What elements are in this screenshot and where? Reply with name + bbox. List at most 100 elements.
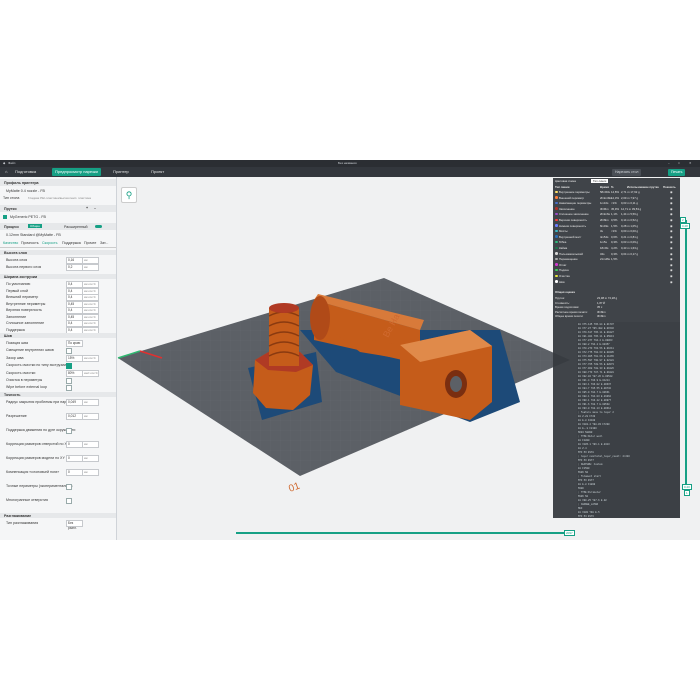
printer-name[interactable]: MyMatte 0.4 nozzle - FB (6, 189, 45, 193)
gcode-line: G1 X80.773 Y87.71 E.01081 (578, 371, 614, 374)
legend-row[interactable]: Нависающие периметры 1m10s <1% 0,03 m 0,11 … (555, 201, 679, 205)
remove-filament-icon[interactable]: – (94, 206, 96, 210)
process-tab-strength[interactable]: Прочность (21, 241, 39, 245)
legend-row[interactable]: Мосты 3s <1% 0,00 m 0,00 g ◉ (555, 229, 679, 233)
legend-time: 2h39m (600, 218, 609, 222)
legend-row[interactable]: Внутренний мост 4m54s 0,6% 0,21 m 0,81 g ◉ (555, 235, 679, 239)
process-tab-speed[interactable]: Скорость (42, 241, 58, 245)
ironing-value[interactable]: Без разгл. (66, 520, 83, 530)
precision-value[interactable]: 0 (66, 441, 83, 448)
visibility-eye-icon[interactable]: ◉ (670, 274, 672, 278)
visibility-eye-icon[interactable]: ◉ (670, 218, 672, 222)
move-slider-handle[interactable]: 2097 (564, 530, 575, 536)
legend-row[interactable]: Юбка 1m5s 0,3% 0,03 m 0,09 g ◉ (555, 240, 679, 244)
color-scheme-select[interactable]: Тип линии (591, 178, 609, 183)
slice-button[interactable]: Нарезать стол (612, 168, 642, 176)
layer-value[interactable]: 0,16 (66, 257, 83, 264)
legend-name: Нижняя поверхность (559, 223, 587, 228)
precision-checkbox[interactable] (66, 427, 72, 434)
legend-time: 8m49s (600, 223, 609, 228)
legend-row[interactable]: Очистка ◉ (555, 274, 679, 278)
tab-preview[interactable]: Предпросмотр нарезки (52, 168, 101, 176)
visibility-eye-icon[interactable]: ◉ (670, 212, 672, 216)
tab-prepare[interactable]: Подготовка (12, 168, 39, 176)
layer-slider[interactable] (685, 220, 687, 495)
seam-checkbox[interactable] (66, 362, 72, 369)
precision-checkbox[interactable] (66, 497, 72, 504)
legend-row[interactable]: Шов ◉ (555, 280, 679, 284)
visibility-eye-icon[interactable]: ◉ (670, 240, 672, 244)
process-tab-support[interactable]: Поддержка (62, 241, 81, 245)
legend-row[interactable]: Верхняя поверхность 2h39m 0,5% 0,14 m 0,52 … (555, 218, 679, 222)
layer-slider-bottom-handle[interactable]: 1 (684, 490, 690, 496)
process-mode-toggle[interactable]: Общие (28, 224, 42, 228)
minimize-icon[interactable]: – (668, 161, 670, 165)
printer-select[interactable]: MyMatte 0.4 nozzle - FB (0, 188, 116, 194)
visibility-eye-icon[interactable]: ◉ (670, 196, 672, 200)
move-slider[interactable] (236, 532, 566, 534)
visibility-eye-icon[interactable]: ◉ (670, 246, 672, 250)
process-tab-more[interactable]: Зат... (100, 241, 108, 245)
legend-row[interactable]: Сплошное заполнение 2h4m6s 1,1% 1,44 m 5,56… (555, 212, 679, 216)
home-icon[interactable]: ⌂ (2, 168, 10, 176)
add-filament-icon[interactable]: + (86, 206, 88, 210)
bed-type-select[interactable]: Гладкая PEI-пластина/высокотемп. пластин… (28, 196, 91, 200)
gcode-line: ; layer num/total_layer_count: 2/220 (578, 455, 630, 458)
bed-type-label: Тип стола (3, 196, 20, 200)
visibility-eye-icon[interactable]: ◉ (670, 235, 672, 239)
precision-value[interactable]: 0,049 (66, 399, 83, 406)
legend-color-swatch (555, 229, 558, 233)
precision-value[interactable]: 0 (66, 469, 83, 476)
filament-color-swatch[interactable] (3, 214, 7, 219)
legend-row[interactable]: Пользовательский 34s 0,3% 0,04 m 0,17 g ◉ (555, 252, 679, 256)
visibility-eye-icon[interactable]: ◉ (670, 229, 672, 233)
legend-row[interactable]: Подача ◉ (555, 268, 679, 272)
tab-project[interactable]: Проект (148, 168, 167, 176)
legend-row[interactable]: Кайма 18m5s 4,2% 0,43 m 1,63 g ◉ (555, 246, 679, 250)
layer-value[interactable]: 0,2 (66, 264, 83, 271)
visibility-eye-icon[interactable]: ◉ (670, 207, 672, 211)
process-preset-name[interactable]: 0.12mm Standard @MyMatte - FB (6, 233, 61, 237)
legend-row[interactable]: Откат ◉ (555, 263, 679, 267)
gcode-line: G1 X84.7 Y85.55 E.00732 (578, 387, 611, 390)
visibility-eye-icon[interactable]: ◉ (670, 252, 672, 256)
seam-value[interactable]: 80% (66, 369, 83, 377)
legend-row[interactable]: Перемещение 21m46s 1,5% ◉ (555, 257, 679, 261)
tab-printer[interactable]: Принтер (110, 168, 132, 176)
menu-file[interactable]: Файл (8, 161, 15, 165)
summary-label: Стоимость: (555, 300, 570, 305)
filament-row[interactable]: MyGeneric PETG - FB (0, 214, 116, 220)
process-tab-other[interactable]: Прочее (84, 241, 96, 245)
precision-value[interactable]: 0 (66, 455, 83, 462)
close-icon[interactable]: ✕ (689, 161, 692, 165)
gcode-line: G1 X80.2 Y94.2 E.00457 (578, 343, 610, 346)
maximize-icon[interactable]: □ (678, 161, 680, 165)
visibility-eye-icon[interactable]: ◉ (670, 257, 672, 261)
seam-checkbox[interactable] (66, 347, 72, 354)
seam-checkbox[interactable] (66, 377, 72, 384)
process-preset-row[interactable]: 0.12mm Standard @MyMatte - FB (0, 232, 116, 238)
process-tab-quality[interactable]: Качество (3, 241, 18, 245)
visibility-eye-icon[interactable]: ◉ (670, 224, 672, 228)
precision-value[interactable]: 0,012 (66, 413, 83, 420)
precision-checkbox[interactable] (66, 483, 72, 490)
visibility-eye-icon[interactable]: ◉ (670, 190, 672, 194)
visibility-eye-icon[interactable]: ◉ (670, 201, 672, 205)
legend-row[interactable]: Внешний периметр 2h4m49s 12,3% 2,09 m 7,97 … (555, 196, 679, 200)
seam-label: Зазор шва (6, 355, 24, 360)
visibility-eye-icon[interactable]: ◉ (670, 280, 672, 284)
legend-row[interactable]: Нижняя поверхность 8m49s 1,5% 0,28 m 1,05 g… (555, 224, 679, 228)
visibility-eye-icon[interactable]: ◉ (670, 263, 672, 267)
seam-value[interactable]: 15% (66, 354, 83, 362)
gcode-viewer[interactable]: G1 X75.145 Y95.84 E.01737 G1 X77.87 Y95.4… (577, 322, 680, 518)
filament-name[interactable]: MyGeneric PETG - FB (10, 215, 46, 219)
seam-checkbox[interactable] (66, 384, 72, 391)
advanced-toggle[interactable] (95, 224, 102, 228)
print-button[interactable]: Печать (668, 168, 686, 176)
legend-row[interactable]: Заполнение 3h36m 45,9% 12,71 m 39,53 g ◉ (555, 207, 679, 211)
layer-label: Высота первого слоя (6, 265, 42, 269)
legend-row[interactable]: Внутренние периметры 58m53s 14,8% 2,71 m 17… (555, 190, 679, 194)
visibility-eye-icon[interactable]: ◉ (670, 268, 672, 272)
seam-value[interactable]: По краю (66, 340, 83, 347)
view-tool-icon[interactable]: ⚲ (121, 187, 137, 203)
